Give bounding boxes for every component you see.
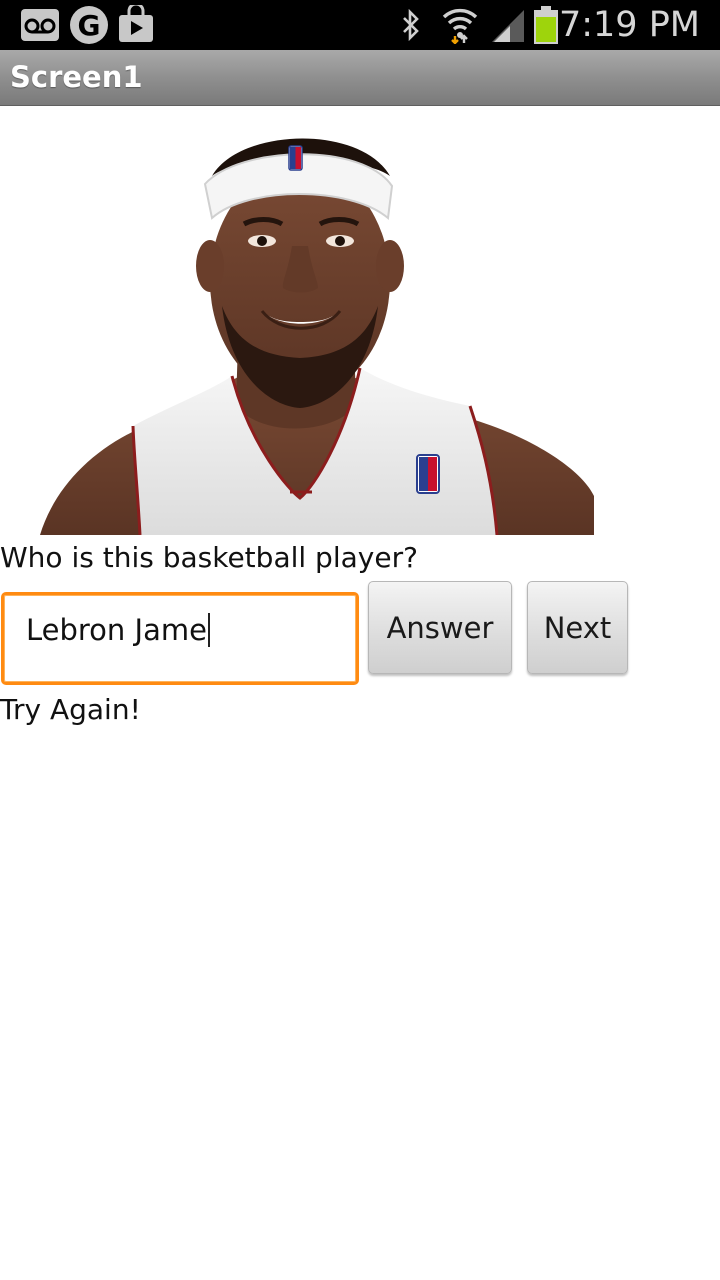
wifi-icon — [442, 8, 478, 44]
player-image — [0, 106, 594, 535]
battery-icon — [534, 6, 558, 44]
text-cursor — [207, 613, 210, 647]
voicemail-icon — [21, 9, 59, 41]
title-bar: Screen1 — [0, 50, 720, 106]
signal-icon — [492, 10, 524, 42]
status-bar: G 7:19 PM — [0, 0, 720, 50]
bluetooth-icon — [403, 9, 419, 41]
result-label: Try Again! — [0, 693, 141, 726]
screen-title: Screen1 — [10, 60, 143, 94]
status-clock: 7:19 PM — [558, 5, 700, 45]
answer-input-text: Lebron Jame — [26, 595, 210, 682]
play-store-icon — [119, 5, 153, 42]
svg-text:G: G — [78, 9, 101, 42]
next-button[interactable]: Next — [527, 581, 628, 674]
google-icon: G — [70, 6, 108, 44]
answer-input[interactable]: Lebron Jame — [1, 592, 359, 685]
answer-value: Lebron Jame — [26, 613, 207, 647]
question-label: Who is this basketball player? — [0, 541, 418, 574]
answer-button[interactable]: Answer — [368, 581, 512, 674]
